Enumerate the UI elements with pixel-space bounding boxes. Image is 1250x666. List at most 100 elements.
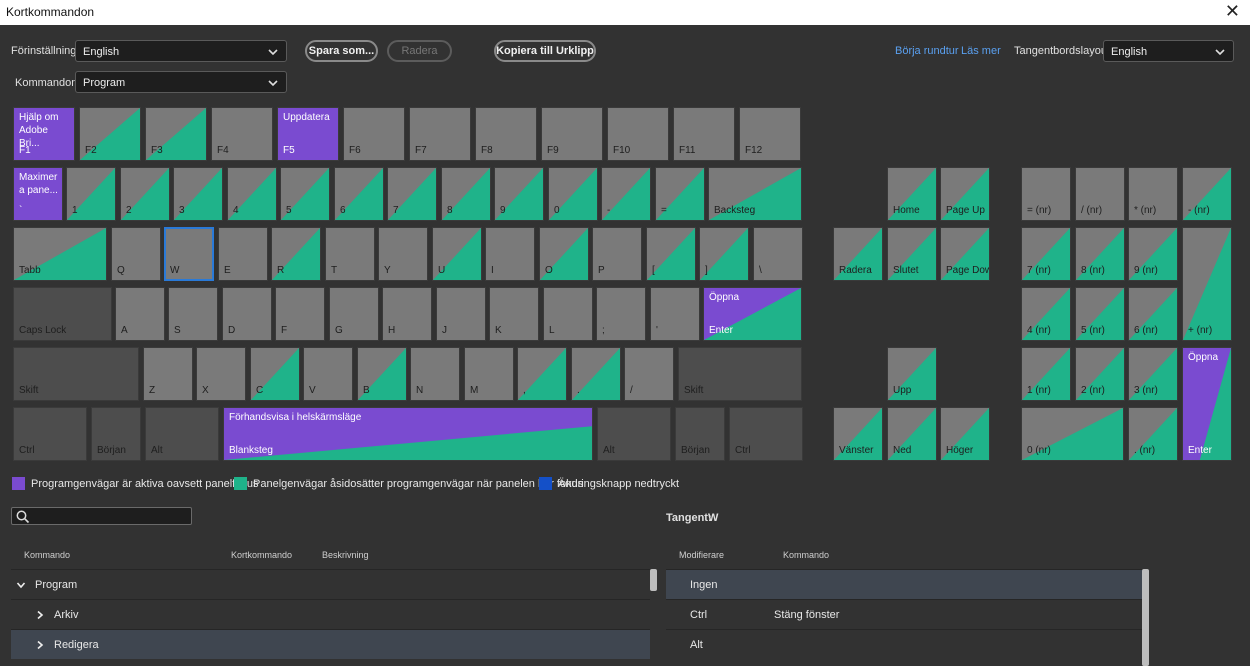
key-np-enter[interactable]: Öppna Enter (1182, 347, 1232, 461)
key-np-add[interactable]: + (nr) (1182, 227, 1232, 341)
key-w[interactable]: W (164, 227, 214, 281)
chevron-right-icon[interactable] (35, 640, 45, 650)
key-f10[interactable]: F10 (607, 107, 669, 161)
key-rshift[interactable]: Skift (678, 347, 802, 401)
key-k3[interactable]: 3 (173, 167, 223, 221)
key-quote[interactable]: ' (650, 287, 700, 341)
learn-more-link[interactable]: Läs mer (961, 45, 1001, 57)
key-f4[interactable]: F4 (211, 107, 273, 161)
delete-preset-button[interactable]: Radera (387, 40, 452, 62)
key-y[interactable]: Y (378, 227, 428, 281)
key-space[interactable]: Förhandsvisa i helskärmsläge Blanksteg (223, 407, 593, 461)
right-table-scrollbar[interactable] (1142, 569, 1149, 666)
key-f7[interactable]: F7 (409, 107, 471, 161)
key-l[interactable]: L (543, 287, 593, 341)
key-np7[interactable]: 7 (nr) (1021, 227, 1071, 281)
key-a[interactable]: A (115, 287, 165, 341)
key-k4[interactable]: 4 (227, 167, 277, 221)
key-np-dot[interactable]: . (nr) (1128, 407, 1178, 461)
key-right[interactable]: Höger (940, 407, 990, 461)
close-icon[interactable]: ✕ (1225, 1, 1240, 21)
key-f1[interactable]: Hjälp om Adobe Bri... F1 (13, 107, 75, 161)
left-table-scrollbar[interactable] (650, 569, 657, 591)
column-header-shortcut[interactable]: Kortkommando (231, 550, 292, 560)
key-b[interactable]: B (357, 347, 407, 401)
key-f2[interactable]: F2 (79, 107, 141, 161)
copy-to-clipboard-button[interactable]: Kopiera till Urklipp (494, 40, 596, 62)
key-np-div[interactable]: / (nr) (1075, 167, 1125, 221)
key-n[interactable]: N (410, 347, 460, 401)
start-tour-link[interactable]: Börja rundtur (895, 45, 959, 57)
key-equals[interactable]: = (655, 167, 705, 221)
key-o[interactable]: O (539, 227, 589, 281)
key-lalt[interactable]: Alt (145, 407, 219, 461)
key-np8[interactable]: 8 (nr) (1075, 227, 1125, 281)
modifier-row[interactable]: Ctrl Stäng fönster (666, 599, 1142, 629)
key-period[interactable]: . (571, 347, 621, 401)
key-semicolon[interactable]: ; (596, 287, 646, 341)
search-input[interactable] (11, 507, 192, 525)
modifier-row[interactable]: Alt (666, 629, 1142, 659)
key-x[interactable]: X (196, 347, 246, 401)
key-capslock[interactable]: Caps Lock (13, 287, 112, 341)
commands-select[interactable]: Program (75, 71, 287, 93)
key-f11[interactable]: F11 (673, 107, 735, 161)
tree-row-program[interactable]: Program (11, 569, 650, 599)
key-np3[interactable]: 3 (nr) (1128, 347, 1178, 401)
key-backslash[interactable]: \ (753, 227, 803, 281)
key-k[interactable]: K (489, 287, 539, 341)
key-g[interactable]: G (329, 287, 379, 341)
key-f5[interactable]: Uppdatera F5 (277, 107, 339, 161)
key-f8[interactable]: F8 (475, 107, 537, 161)
key-z[interactable]: Z (143, 347, 193, 401)
key-tab[interactable]: Tabb (13, 227, 107, 281)
key-minus[interactable]: - (601, 167, 651, 221)
key-rbracket[interactable]: ] (699, 227, 749, 281)
key-t[interactable]: T (325, 227, 375, 281)
key-np9[interactable]: 9 (nr) (1128, 227, 1178, 281)
key-k2[interactable]: 2 (120, 167, 170, 221)
key-lhome[interactable]: Början (91, 407, 141, 461)
key-k6[interactable]: 6 (334, 167, 384, 221)
key-home[interactable]: Home (887, 167, 937, 221)
key-r[interactable]: R (271, 227, 321, 281)
key-k7[interactable]: 7 (387, 167, 437, 221)
key-u[interactable]: U (432, 227, 482, 281)
key-rctrl[interactable]: Ctrl (729, 407, 803, 461)
key-f6[interactable]: F6 (343, 107, 405, 161)
key-j[interactable]: J (436, 287, 486, 341)
key-f3[interactable]: F3 (145, 107, 207, 161)
key-q[interactable]: Q (111, 227, 161, 281)
key-e[interactable]: E (218, 227, 268, 281)
key-np6[interactable]: 6 (nr) (1128, 287, 1178, 341)
key-k8[interactable]: 8 (441, 167, 491, 221)
key-comma[interactable]: , (517, 347, 567, 401)
key-np5[interactable]: 5 (nr) (1075, 287, 1125, 341)
key-m[interactable]: M (464, 347, 514, 401)
column-header-right-command[interactable]: Kommando (783, 550, 829, 560)
key-f[interactable]: F (275, 287, 325, 341)
key-k0[interactable]: 0 (548, 167, 598, 221)
tree-row-edit[interactable]: Redigera (11, 629, 650, 659)
key-ralt[interactable]: Alt (597, 407, 671, 461)
key-slash[interactable]: / (624, 347, 674, 401)
key-f9[interactable]: F9 (541, 107, 603, 161)
column-header-modifier[interactable]: Modifierare (679, 550, 724, 560)
key-np-eq[interactable]: = (nr) (1021, 167, 1071, 221)
key-rhome[interactable]: Början (675, 407, 725, 461)
key-pagedown[interactable]: Page Down (940, 227, 990, 281)
key-h[interactable]: H (382, 287, 432, 341)
key-np4[interactable]: 4 (nr) (1021, 287, 1071, 341)
column-header-command[interactable]: Kommando (24, 550, 70, 560)
keyboard-layout-select[interactable]: English (1103, 40, 1234, 62)
key-pageup[interactable]: Page Up (940, 167, 990, 221)
key-f12[interactable]: F12 (739, 107, 801, 161)
key-v[interactable]: V (303, 347, 353, 401)
save-as-button[interactable]: Spara som... (305, 40, 378, 62)
chevron-down-icon[interactable] (16, 580, 26, 590)
key-grave[interactable]: Maximer a pane... ` (13, 167, 63, 221)
key-np-mul[interactable]: * (nr) (1128, 167, 1178, 221)
preset-select[interactable]: English (75, 40, 287, 62)
key-end[interactable]: Slutet (887, 227, 937, 281)
key-s[interactable]: S (168, 287, 218, 341)
